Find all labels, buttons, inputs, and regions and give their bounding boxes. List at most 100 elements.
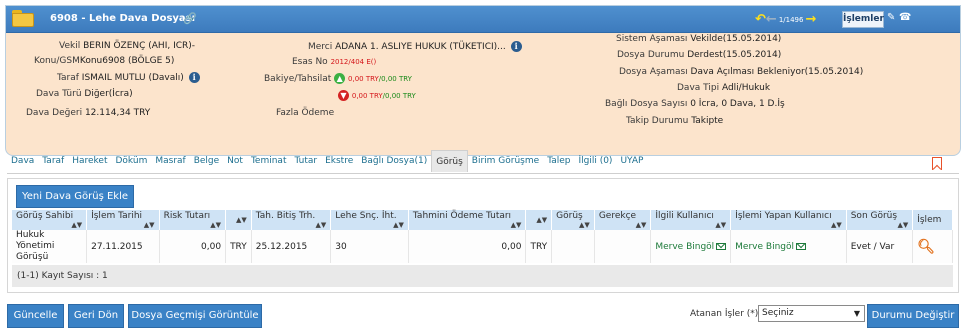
tab-ilgili[interactable]: İlgili (0) [574, 150, 616, 172]
mail-icon[interactable] [716, 242, 727, 250]
tab-taraf[interactable]: Taraf [38, 150, 68, 172]
sort-icon: ▲▼ [830, 221, 842, 229]
tab-divider [7, 173, 959, 174]
atanan-isler-select[interactable]: Seçiniz ▼ [758, 305, 865, 322]
sistem-label: Sistem Aşaması [616, 34, 688, 44]
grid-header-row: Görüş Sahibi ▲▼ İşlem Tarihi ▲▼ Risk Tutar… [12, 210, 953, 230]
cell-gorus [551, 230, 595, 263]
col-risk-tutari[interactable]: Risk Tutarı ▲▼ [159, 210, 227, 230]
vekil-value: BERIN ÖZENÇ (AHI, ICR)- [83, 41, 196, 51]
case-title: 6908 - Lehe Dava Dosyası [50, 13, 196, 24]
durumu-degistir-button[interactable]: Durumu Değiştir [867, 304, 959, 328]
islemi-yapan-link[interactable]: Merve Bingöl [735, 242, 794, 252]
bakiye-up-value: 0,00 TRY [348, 75, 379, 83]
cell-islemi-yapan[interactable]: Merve Bingöl [730, 230, 847, 263]
bakiye-field: Bakiye/Tahsilat ▲ 0,00 TRY/0,00 TRY [264, 73, 412, 84]
tab-not[interactable]: Not [223, 150, 247, 172]
geri-don-button[interactable]: Geri Dön [68, 304, 124, 328]
add-gorus-button[interactable]: Yeni Dava Görüş Ekle [16, 185, 134, 208]
col-ilgili-kullanici[interactable]: İlgili Kullanıcı ▲▼ [650, 210, 732, 230]
dava-turu-field: Dava Türü Diğer(İcra) [36, 89, 133, 99]
dosya-gecmisi-button[interactable]: Dosya Geçmişi Görüntüle [128, 304, 262, 328]
esas-value: 2012/404 E() [330, 58, 377, 66]
bagli-dosya-field: Bağlı Dosya Sayısı 0 İcra, 0 Dava, 1 D.İ… [605, 99, 785, 109]
sort-icon: ▲▼ [143, 221, 155, 229]
first-record-icon[interactable]: ↶ [755, 13, 766, 26]
guncelle-button[interactable]: Güncelle [7, 304, 64, 328]
chevron-down-icon: ▼ [853, 309, 860, 318]
tahsilat-row: ▼ 0,00 TRY/0,00 TRY [338, 90, 416, 101]
tab-tutar[interactable]: Tutar [290, 150, 321, 172]
bakiye-down2-value: 0,00 TRY [385, 92, 416, 100]
search-icon[interactable]: 🔍︎ [917, 239, 935, 255]
tab-bagli-dosya[interactable]: Bağlı Dosya(1) [357, 150, 431, 172]
konu-label: Konu/GSM [34, 56, 80, 66]
tab-hareket[interactable]: Hareket [68, 150, 111, 172]
col-tahmini-odeme[interactable]: Tahmini Ödeme Tutarı ▲▼ [408, 210, 527, 230]
col-currency-2[interactable]: ▲▼ [525, 210, 553, 230]
tab-belge[interactable]: Belge [190, 150, 223, 172]
sort-icon: ▲▼ [510, 221, 522, 229]
taraf-info-icon[interactable]: i [188, 72, 200, 83]
merci-value: ADANA 1. ASLIYE HUKUK (TÜKETICI)... [335, 42, 506, 52]
col-islem-tarihi[interactable]: İşlem Tarihi ▲▼ [86, 210, 160, 230]
sort-icon: ▲▼ [393, 221, 404, 229]
col-islem: İşlem [912, 210, 953, 230]
taraf-value: ISMAIL MUTLU (Davalı) [81, 73, 184, 83]
folder-icon [12, 10, 34, 27]
bagli-label: Bağlı Dosya Sayısı [605, 99, 688, 109]
dava-turu-value: Diğer(İcra) [84, 89, 133, 99]
sort-icon: ▲▼ [579, 221, 590, 229]
tip-label: Dava Tipi [677, 83, 720, 93]
col-gerekce[interactable]: Gerekçe ▲▼ [594, 210, 652, 230]
bookmark-icon[interactable] [932, 157, 942, 170]
sort-icon: ▲▼ [897, 221, 909, 229]
cell-gorus-sahibi: Hukuk Yönetimi Görüşü [12, 230, 88, 263]
sort-icon: ▲▼ [536, 216, 548, 224]
tab-uyap[interactable]: UYAP [616, 150, 647, 172]
tab-teminat[interactable]: Teminat [247, 150, 291, 172]
asama-value: Dava Açılması Bekleniyor(15.05.2014) [690, 67, 864, 77]
tab-birim-gorusme[interactable]: Birim Görüşme [468, 150, 543, 172]
tab-dokum[interactable]: Döküm [112, 150, 152, 172]
col-gorus-sahibi[interactable]: Görüş Sahibi ▲▼ [12, 210, 88, 230]
arrow-up-icon: ▲ [334, 73, 346, 84]
table-row[interactable]: Hukuk Yönetimi Görüşü 27.11.2015 0,00 TR… [12, 230, 953, 263]
tab-talep[interactable]: Talep [543, 150, 574, 172]
dava-degeri-value: 12.114,34 TRY [84, 108, 151, 118]
col-tah-bitis[interactable]: Tah. Bitiş Trh. ▲▼ [251, 210, 332, 230]
mail-icon[interactable] [796, 242, 806, 250]
select-value: Seçiniz [762, 308, 794, 318]
sort-icon: ▲▼ [210, 221, 222, 229]
col-son-gorus[interactable]: Son Görüş ▲▼ [846, 210, 914, 230]
islemler-button[interactable]: İşlemler [842, 11, 884, 28]
tab-gorus[interactable]: Görüş [431, 150, 468, 172]
col-lehe-snc[interactable]: Lehe Snç. İht. ▲▼ [330, 210, 409, 230]
ilgili-kullanici-link[interactable]: Merve Bingöl [655, 242, 714, 252]
case-title-bar: 6908 - Lehe Dava Dosyası 🔗 ↶ ← 1/1496 → … [6, 6, 960, 33]
cell-islem[interactable]: 🔍︎ [912, 230, 953, 263]
takip-value: Takipte [691, 116, 724, 126]
dava-degeri-label: Dava Değeri [26, 108, 83, 118]
merci-info-icon[interactable]: i [510, 41, 522, 52]
phone-icon[interactable]: ☎ [899, 12, 911, 23]
tab-ekstre[interactable]: Ekstre [321, 150, 357, 172]
tab-dava[interactable]: Dava [7, 150, 38, 172]
taraf-label: Taraf [57, 73, 79, 83]
bagli-value: 0 İcra, 0 Dava, 1 D.İş [690, 99, 785, 109]
link-icon[interactable]: 🔗 [183, 12, 197, 25]
col-currency-1[interactable]: ▲▼ [225, 210, 252, 230]
tip-value: Adli/Hukuk [721, 83, 771, 93]
previous-record-icon[interactable]: ← [766, 13, 777, 26]
sistem-asamasi-field: Sistem Aşaması Vekilde(15.05.2014) [616, 34, 781, 44]
sort-icon: ▲▼ [715, 221, 727, 229]
next-record-icon[interactable]: → [805, 13, 816, 26]
durum-label: Dosya Durumu [617, 50, 685, 60]
edit-icon[interactable]: ✎ [887, 12, 895, 23]
dava-turu-label: Dava Türü [36, 89, 82, 99]
col-gorus[interactable]: Görüş ▲▼ [551, 210, 595, 230]
cell-ilgili-kullanici[interactable]: Merve Bingöl [650, 230, 732, 263]
col-islemi-yapan[interactable]: İşlemi Yapan Kullanıcı ▲▼ [730, 210, 847, 230]
tab-masraf[interactable]: Masraf [151, 150, 189, 172]
bakiye-up2-value: 0,00 TRY [381, 75, 412, 83]
